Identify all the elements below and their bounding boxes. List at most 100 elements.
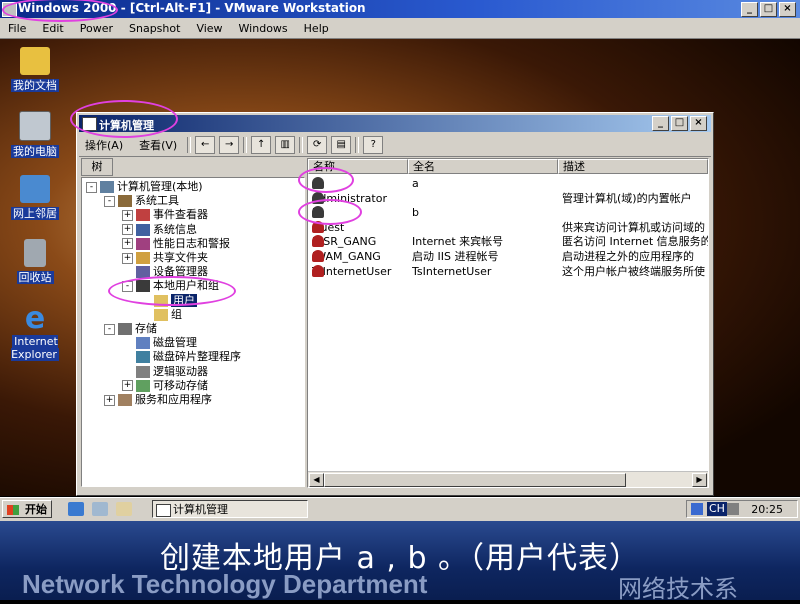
desktop-icon-my-computer[interactable]: 我的电脑 xyxy=(0,111,70,159)
tree-node[interactable]: 磁盘碎片整理程序 xyxy=(122,350,241,364)
network-tray-icon[interactable] xyxy=(691,503,703,515)
collapse-icon[interactable]: - xyxy=(122,280,133,292)
tree-node-label: 用户 xyxy=(171,293,197,307)
menu-snapshot[interactable]: Snapshot xyxy=(121,22,188,35)
forward-arrow-icon[interactable]: → xyxy=(219,136,240,154)
tree-node-icon xyxy=(136,223,150,236)
tree-node-label: 系统工具 xyxy=(135,194,179,208)
tree-node-label: 本地用户和组 xyxy=(153,279,219,293)
tree-node[interactable]: 用户 xyxy=(140,293,197,308)
menu-edit[interactable]: Edit xyxy=(34,22,71,35)
tree-node[interactable]: + 可移动存储 xyxy=(122,379,208,393)
expand-icon[interactable]: + xyxy=(122,252,133,264)
column-description[interactable]: 描述 xyxy=(558,159,708,174)
expand-icon[interactable]: + xyxy=(122,238,133,250)
user-description: 供来宾访问计算机或访问域的 xyxy=(562,220,705,234)
tree-node-icon xyxy=(154,308,168,321)
quicklaunch-outlook-icon[interactable] xyxy=(116,502,132,516)
export-list-icon[interactable]: ▤ xyxy=(331,136,352,154)
expand-icon[interactable]: + xyxy=(122,209,133,221)
tree-node[interactable]: + 系统信息 xyxy=(122,223,197,237)
user-fullname: TsInternetUser xyxy=(412,264,492,278)
desktop-icon-my-documents[interactable]: 我的文档 xyxy=(0,47,70,93)
close-button[interactable]: × xyxy=(779,2,796,17)
tree-tab[interactable]: 树 xyxy=(81,158,113,176)
desktop-icon-recycle-bin[interactable]: 回收站 xyxy=(0,239,70,285)
cm-maximize-button[interactable]: □ xyxy=(671,116,688,131)
tree-node[interactable]: + 事件查看器 xyxy=(122,208,208,222)
menu-help[interactable]: Help xyxy=(296,22,337,35)
tree-node-icon xyxy=(136,351,150,364)
refresh-icon[interactable]: ⟳ xyxy=(307,136,328,154)
column-name[interactable]: 名称 xyxy=(308,159,408,174)
user-fullname: a xyxy=(412,177,419,190)
expand-icon[interactable]: + xyxy=(122,224,133,236)
user-icon xyxy=(312,250,324,262)
tree-node[interactable]: - 存储 xyxy=(104,322,157,336)
tree-node[interactable]: 组 xyxy=(140,308,182,322)
tree-node[interactable]: + 性能日志和警报 xyxy=(122,237,230,251)
user-icon xyxy=(312,206,324,219)
table-row[interactable]: bb xyxy=(308,206,708,220)
desktop-icon-network[interactable]: 网上邻居 xyxy=(0,175,70,221)
tree-node[interactable]: - 本地用户和组 xyxy=(122,279,219,293)
volume-icon[interactable] xyxy=(727,503,739,515)
maximize-button[interactable]: □ xyxy=(760,2,777,17)
tree-node[interactable]: 逻辑驱动器 xyxy=(122,365,208,379)
quicklaunch-ie-icon[interactable] xyxy=(68,502,84,516)
tree-node[interactable]: - 系统工具 xyxy=(104,194,179,208)
table-row[interactable]: Administrator 管理计算机(域)的内置帐户 xyxy=(308,191,708,206)
menu-power[interactable]: Power xyxy=(72,22,121,35)
menu-file[interactable]: File xyxy=(0,22,34,35)
menu-view[interactable]: View xyxy=(188,22,230,35)
taskbar-item-computer-management[interactable]: 计算机管理 xyxy=(152,500,308,518)
expand-icon[interactable]: + xyxy=(104,394,115,406)
scroll-left-icon[interactable]: ◀ xyxy=(309,473,324,487)
column-fullname[interactable]: 全名 xyxy=(408,159,558,174)
tree-node[interactable]: + 服务和应用程序 xyxy=(104,393,212,407)
collapse-icon[interactable]: - xyxy=(104,323,115,335)
show-tree-icon[interactable]: ▥ xyxy=(275,136,296,154)
help-icon[interactable]: ? xyxy=(363,136,384,154)
horizontal-scrollbar[interactable]: ◀ ▶ xyxy=(308,471,708,487)
system-tray: CH 20:25 xyxy=(686,500,798,518)
tree-node[interactable]: - 计算机管理(本地) xyxy=(86,180,203,194)
back-arrow-icon[interactable]: ← xyxy=(195,136,216,154)
collapse-icon[interactable]: - xyxy=(86,181,97,193)
menu-windows[interactable]: Windows xyxy=(231,22,296,35)
tree-node[interactable]: 磁盘管理 xyxy=(122,336,197,350)
scroll-right-icon[interactable]: ▶ xyxy=(692,473,707,487)
tree-node-label: 逻辑驱动器 xyxy=(153,364,208,378)
menu-view-cm[interactable]: 查看(V) xyxy=(133,137,183,153)
tree-node-label: 计算机管理(本地) xyxy=(117,180,203,193)
tree-node-icon xyxy=(136,209,150,222)
minimize-button[interactable]: _ xyxy=(741,2,758,17)
task-label: 计算机管理 xyxy=(173,503,228,516)
cm-close-button[interactable]: × xyxy=(690,116,707,131)
taskbar: 开始 计算机管理 CH 20:25 xyxy=(0,497,800,522)
language-indicator[interactable]: CH xyxy=(707,502,727,516)
expand-icon[interactable]: + xyxy=(122,380,133,392)
tree-node[interactable]: 设备管理器 xyxy=(122,265,208,279)
start-button[interactable]: 开始 xyxy=(2,500,52,518)
tree-node-icon xyxy=(136,337,150,350)
tree-node-label: 服务和应用程序 xyxy=(135,393,212,406)
table-row[interactable]: IUSR_GANG Internet 来宾帐号 匿名访问 Internet 信息服务… xyxy=(308,235,708,249)
user-icon xyxy=(312,191,324,204)
table-row[interactable]: Guest 供来宾访问计算机或访问域的 xyxy=(308,220,708,235)
menu-action[interactable]: 操作(A) xyxy=(79,137,129,153)
up-folder-icon[interactable]: ↑ xyxy=(251,136,272,154)
cm-toolbar: 操作(A) 查看(V) ← → ↑ ▥ ⟳ ▤ ? xyxy=(79,134,711,157)
cm-minimize-button[interactable]: _ xyxy=(652,116,669,131)
tree-node[interactable]: + 共享文件夹 xyxy=(122,251,208,265)
start-label: 开始 xyxy=(25,503,47,516)
vmware-menubar: File Edit Power Snapshot View Windows He… xyxy=(0,18,800,39)
table-row[interactable]: aa xyxy=(308,177,708,191)
table-row[interactable]: TsInternetUser TsInternetUser 这个用户帐户被终端服务所… xyxy=(308,264,708,279)
collapse-icon[interactable]: - xyxy=(104,195,115,207)
desktop-icon-ie[interactable]: e Internet Explorer xyxy=(0,304,70,361)
quicklaunch-desktop-icon[interactable] xyxy=(92,502,108,516)
scroll-thumb[interactable] xyxy=(324,473,626,487)
table-row[interactable]: IWAM_GANG 启动 IIS 进程帐号 启动进程之外的应用程序的 xyxy=(308,250,708,264)
user-icon xyxy=(312,220,324,233)
